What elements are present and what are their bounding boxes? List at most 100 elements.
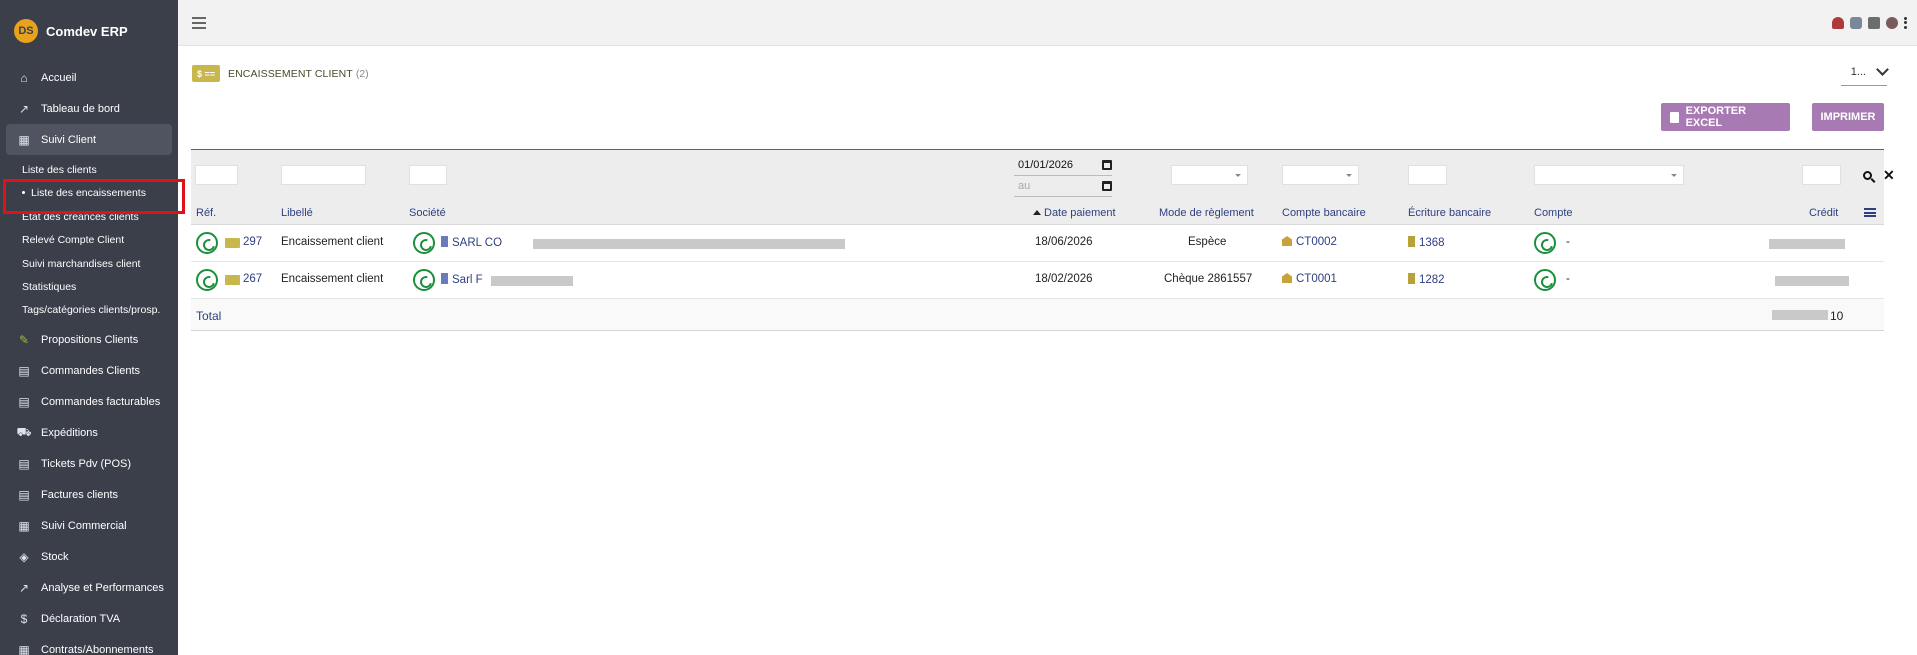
sort-asc-icon: [1033, 210, 1041, 215]
col-credit[interactable]: Crédit: [1809, 207, 1838, 219]
chart-line-icon: ↗: [18, 581, 30, 596]
sidebar-item-declaration-tva[interactable]: $ Déclaration TVA: [0, 604, 178, 635]
submenu-item-tags[interactable]: Tags/catégories clients/prosp.: [0, 299, 178, 322]
whatsapp-icon[interactable]: [413, 269, 435, 291]
app-name: Comdev ERP: [46, 23, 128, 39]
row-ecriture-link[interactable]: 1368: [1408, 236, 1445, 249]
sidebar-item-tickets-pdv[interactable]: ▤ Tickets Pdv (POS): [0, 449, 178, 480]
payment-icon: $ ==: [192, 65, 220, 82]
sidebar-item-suivi-commercial[interactable]: ▦ Suivi Commercial: [0, 511, 178, 542]
payment-icon: [225, 238, 240, 248]
whatsapp-icon[interactable]: [196, 269, 218, 291]
sidebar-item-propositions[interactable]: ✎ Propositions Clients: [0, 325, 178, 356]
col-societe[interactable]: Société: [409, 207, 446, 219]
sidebar-item-commandes-clients[interactable]: ▤ Commandes Clients: [0, 356, 178, 387]
redacted-text: [491, 276, 573, 286]
row-societe-link[interactable]: Sarl F: [441, 273, 483, 286]
submenu-item-suivi-marchandises[interactable]: Suivi marchandises client: [0, 253, 178, 276]
search-icon[interactable]: [1863, 171, 1872, 180]
brand[interactable]: DS Comdev ERP: [0, 0, 178, 62]
filter-date-from[interactable]: 01/01/2026: [1014, 156, 1112, 174]
filter-compte-bancaire-select[interactable]: [1282, 165, 1359, 185]
row-compte-bancaire-link[interactable]: CT0001: [1282, 273, 1337, 285]
sidebar-item-stock[interactable]: ◈ Stock: [0, 542, 178, 573]
col-date-paiement[interactable]: Date paiement: [1033, 207, 1116, 219]
total-credit-suffix: 10: [1830, 309, 1844, 323]
date-from-value: 01/01/2026: [1018, 159, 1074, 171]
redacted-total: [1772, 310, 1828, 320]
page-selector[interactable]: 1...: [1851, 63, 1889, 78]
filter-mode-select[interactable]: [1171, 165, 1248, 185]
col-libelle[interactable]: Libellé: [281, 207, 313, 219]
export-excel-button[interactable]: EXPORTER EXCEL: [1661, 103, 1790, 131]
row-ref-link[interactable]: 297: [243, 236, 262, 248]
dolly-icon: ⛟: [16, 425, 32, 440]
filter-credit-input[interactable]: [1802, 165, 1841, 185]
chat-icon[interactable]: [1850, 16, 1862, 29]
print-button[interactable]: IMPRIMER: [1812, 103, 1884, 131]
menu-toggle-icon[interactable]: [192, 16, 206, 29]
sidebar-item-commandes-facturables[interactable]: ▤ Commandes facturables: [0, 387, 178, 418]
excel-file-icon: [1670, 111, 1679, 123]
col-compte-bancaire[interactable]: Compte bancaire: [1282, 207, 1366, 219]
document-icon: ▤: [18, 457, 30, 472]
calendar-icon[interactable]: [1102, 181, 1112, 191]
table-row: 267 Encaissement client Sarl F 18/02/202…: [191, 262, 1884, 299]
page-selector-underline: [1841, 85, 1887, 86]
sidebar-item-analyse[interactable]: ↗ Analyse et Performances: [0, 573, 178, 604]
sidebar-item-accueil[interactable]: ⌂ Accueil: [0, 62, 178, 93]
sidebar-item-label: Analyse et Performances: [41, 582, 164, 595]
col-ecriture-bancaire[interactable]: Écriture bancaire: [1408, 207, 1491, 219]
column-settings-icon[interactable]: [1864, 208, 1876, 217]
sidebar-item-contrats[interactable]: ▦ Contrats/Abonnements: [0, 635, 178, 655]
main-content: $ == ENCAISSEMENT CLIENT (2) 1... EXPORT…: [178, 46, 1917, 655]
clipboard-icon[interactable]: [1868, 16, 1880, 29]
filter-libelle-input[interactable]: [281, 165, 366, 185]
whatsapp-icon[interactable]: [1534, 232, 1556, 254]
print-label: IMPRIMER: [1820, 111, 1876, 123]
filter-ref-input[interactable]: [195, 165, 238, 185]
filter-date-to[interactable]: au: [1014, 177, 1112, 195]
row-ecriture-link[interactable]: 1282: [1408, 273, 1445, 286]
more-vertical-icon[interactable]: [1904, 16, 1907, 29]
payment-icon: [225, 275, 240, 285]
row-societe-link[interactable]: SARL CO: [441, 236, 502, 249]
clear-filter-icon[interactable]: ✕: [1883, 167, 1895, 184]
sidebar-item-label: Tableau de bord: [41, 102, 120, 115]
payments-table: 01/01/2026 au ✕ Réf. Libellé Société Dat…: [191, 149, 1895, 331]
row-compte-bancaire-link[interactable]: CT0002: [1282, 236, 1337, 248]
sidebar-item-label: Contrats/Abonnements: [41, 644, 154, 655]
home-icon: ⌂: [20, 70, 28, 85]
filter-societe-input[interactable]: [409, 165, 447, 185]
sidebar-item-suivi-client[interactable]: ▦ Suivi Client: [6, 124, 172, 155]
main-menu: ⌂ Accueil ↗ Tableau de bord ▦ Suivi Client …: [0, 62, 185, 655]
whatsapp-icon[interactable]: [413, 232, 435, 254]
submenu-item-liste-encaissements[interactable]: Liste des encaissements: [0, 179, 185, 215]
submenu-item-releve-compte[interactable]: Relevé Compte Client: [0, 229, 178, 252]
filter-ecriture-input[interactable]: [1408, 165, 1447, 185]
document-icon: ▤: [18, 364, 30, 379]
col-mode-reglement[interactable]: Mode de règlement: [1159, 207, 1254, 219]
page-header: $ == ENCAISSEMENT CLIENT (2): [192, 65, 369, 82]
sidebar-item-tableau-de-bord[interactable]: ↗ Tableau de bord: [0, 93, 178, 124]
box-icon: ◈: [19, 550, 29, 565]
sidebar-item-expeditions[interactable]: ⛟ Expéditions: [0, 418, 178, 449]
calendar-icon[interactable]: [1102, 160, 1112, 170]
row-ref-link[interactable]: 267: [243, 273, 262, 285]
col-compte[interactable]: Compte: [1534, 207, 1573, 219]
sidebar-item-label: Suivi Commercial: [41, 520, 127, 533]
bank-icon: [1282, 236, 1292, 246]
col-ref[interactable]: Réf.: [196, 207, 216, 219]
suivi-client-submenu: Liste des clients Liste des encaissement…: [0, 155, 185, 325]
filter-compte-select[interactable]: [1534, 165, 1684, 185]
row-date: 18/06/2026: [1035, 236, 1093, 248]
whatsapp-icon[interactable]: [196, 232, 218, 254]
submenu-item-statistiques[interactable]: Statistiques: [0, 276, 178, 299]
sidebar-item-factures-clients[interactable]: ▤ Factures clients: [0, 480, 178, 511]
notification-icon[interactable]: [1832, 16, 1844, 29]
whatsapp-icon[interactable]: [1534, 269, 1556, 291]
money-icon: $: [20, 612, 28, 627]
user-avatar-icon[interactable]: [1886, 16, 1898, 29]
active-dot-icon: [22, 191, 25, 195]
total-label: Total: [196, 309, 222, 323]
